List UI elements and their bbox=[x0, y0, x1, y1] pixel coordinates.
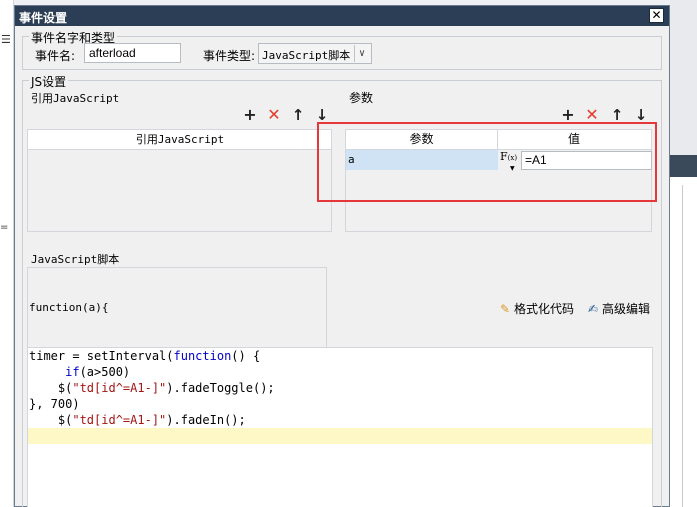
background-toolbar-band bbox=[670, 155, 697, 177]
format-code-label: 格式化代码 bbox=[514, 302, 575, 316]
event-name-label: 事件名: bbox=[35, 49, 76, 63]
event-type-label: 事件类型: bbox=[203, 49, 256, 63]
event-type-value: JavaScript脚本 bbox=[262, 49, 351, 62]
code-line: timer = setInterval(function() { bbox=[29, 349, 261, 363]
group-legend: JS设置 bbox=[29, 73, 69, 90]
list-icon: ☰ bbox=[1, 33, 11, 46]
event-settings-dialog: 事件设置 ✕ 事件名字和类型 事件名: afterload 事件类型: Java… bbox=[14, 5, 670, 507]
format-code-button[interactable]: ✎ 格式化代码 bbox=[500, 300, 574, 318]
background-left-panel: ☰ = bbox=[0, 0, 14, 507]
move-up-icon[interactable]: ↑ bbox=[289, 106, 307, 124]
code-line: $("td[id^=A1-]").fadeToggle(); bbox=[29, 381, 275, 395]
chevron-down-icon[interactable]: ∨ bbox=[354, 45, 369, 62]
background-right-panel bbox=[670, 0, 697, 507]
code-line: if(a>500) bbox=[65, 365, 131, 379]
edit-icon: ✍ bbox=[588, 302, 599, 316]
ref-js-section-label: 引用JavaScript bbox=[31, 92, 120, 105]
param-section-label: 参数 bbox=[349, 91, 374, 105]
dialog-titlebar[interactable]: 事件设置 ✕ bbox=[15, 6, 669, 26]
code-line: $("td[id^=A1-]").fadeIn(); bbox=[29, 413, 246, 427]
background-cell-fragment: = bbox=[0, 222, 9, 233]
background-divider bbox=[682, 185, 683, 507]
add-icon[interactable]: + bbox=[241, 106, 259, 124]
dialog-title: 事件设置 bbox=[19, 11, 68, 25]
advanced-edit-button[interactable]: ✍ 高级编辑 bbox=[588, 300, 650, 318]
js-script-label: JavaScript脚本 bbox=[31, 253, 120, 266]
event-type-select[interactable]: JavaScript脚本 ∨ bbox=[258, 43, 372, 64]
broom-icon: ✎ bbox=[500, 302, 511, 316]
code-line: }, 700) bbox=[29, 397, 80, 411]
close-button[interactable]: ✕ bbox=[649, 8, 664, 23]
background-header-band bbox=[670, 0, 697, 155]
annotation-highlight-box bbox=[317, 122, 657, 202]
column-header[interactable]: 引用JavaScript bbox=[28, 130, 332, 149]
current-line-highlight bbox=[28, 428, 652, 444]
code-editor[interactable]: timer = setInterval(function() { if(a>50… bbox=[27, 347, 653, 507]
advanced-edit-label: 高级编辑 bbox=[602, 302, 651, 316]
event-name-input[interactable]: afterload bbox=[84, 43, 181, 63]
delete-icon[interactable]: ✕ bbox=[265, 106, 283, 124]
ref-js-table-body[interactable] bbox=[27, 150, 332, 232]
ref-js-table-header: 引用JavaScript bbox=[27, 129, 332, 150]
function-signature: function(a){ bbox=[29, 301, 109, 314]
event-name-type-group: 事件名字和类型 事件名: afterload 事件类型: JavaScript脚… bbox=[22, 29, 662, 70]
function-signature-area: function(a){ bbox=[27, 267, 327, 349]
